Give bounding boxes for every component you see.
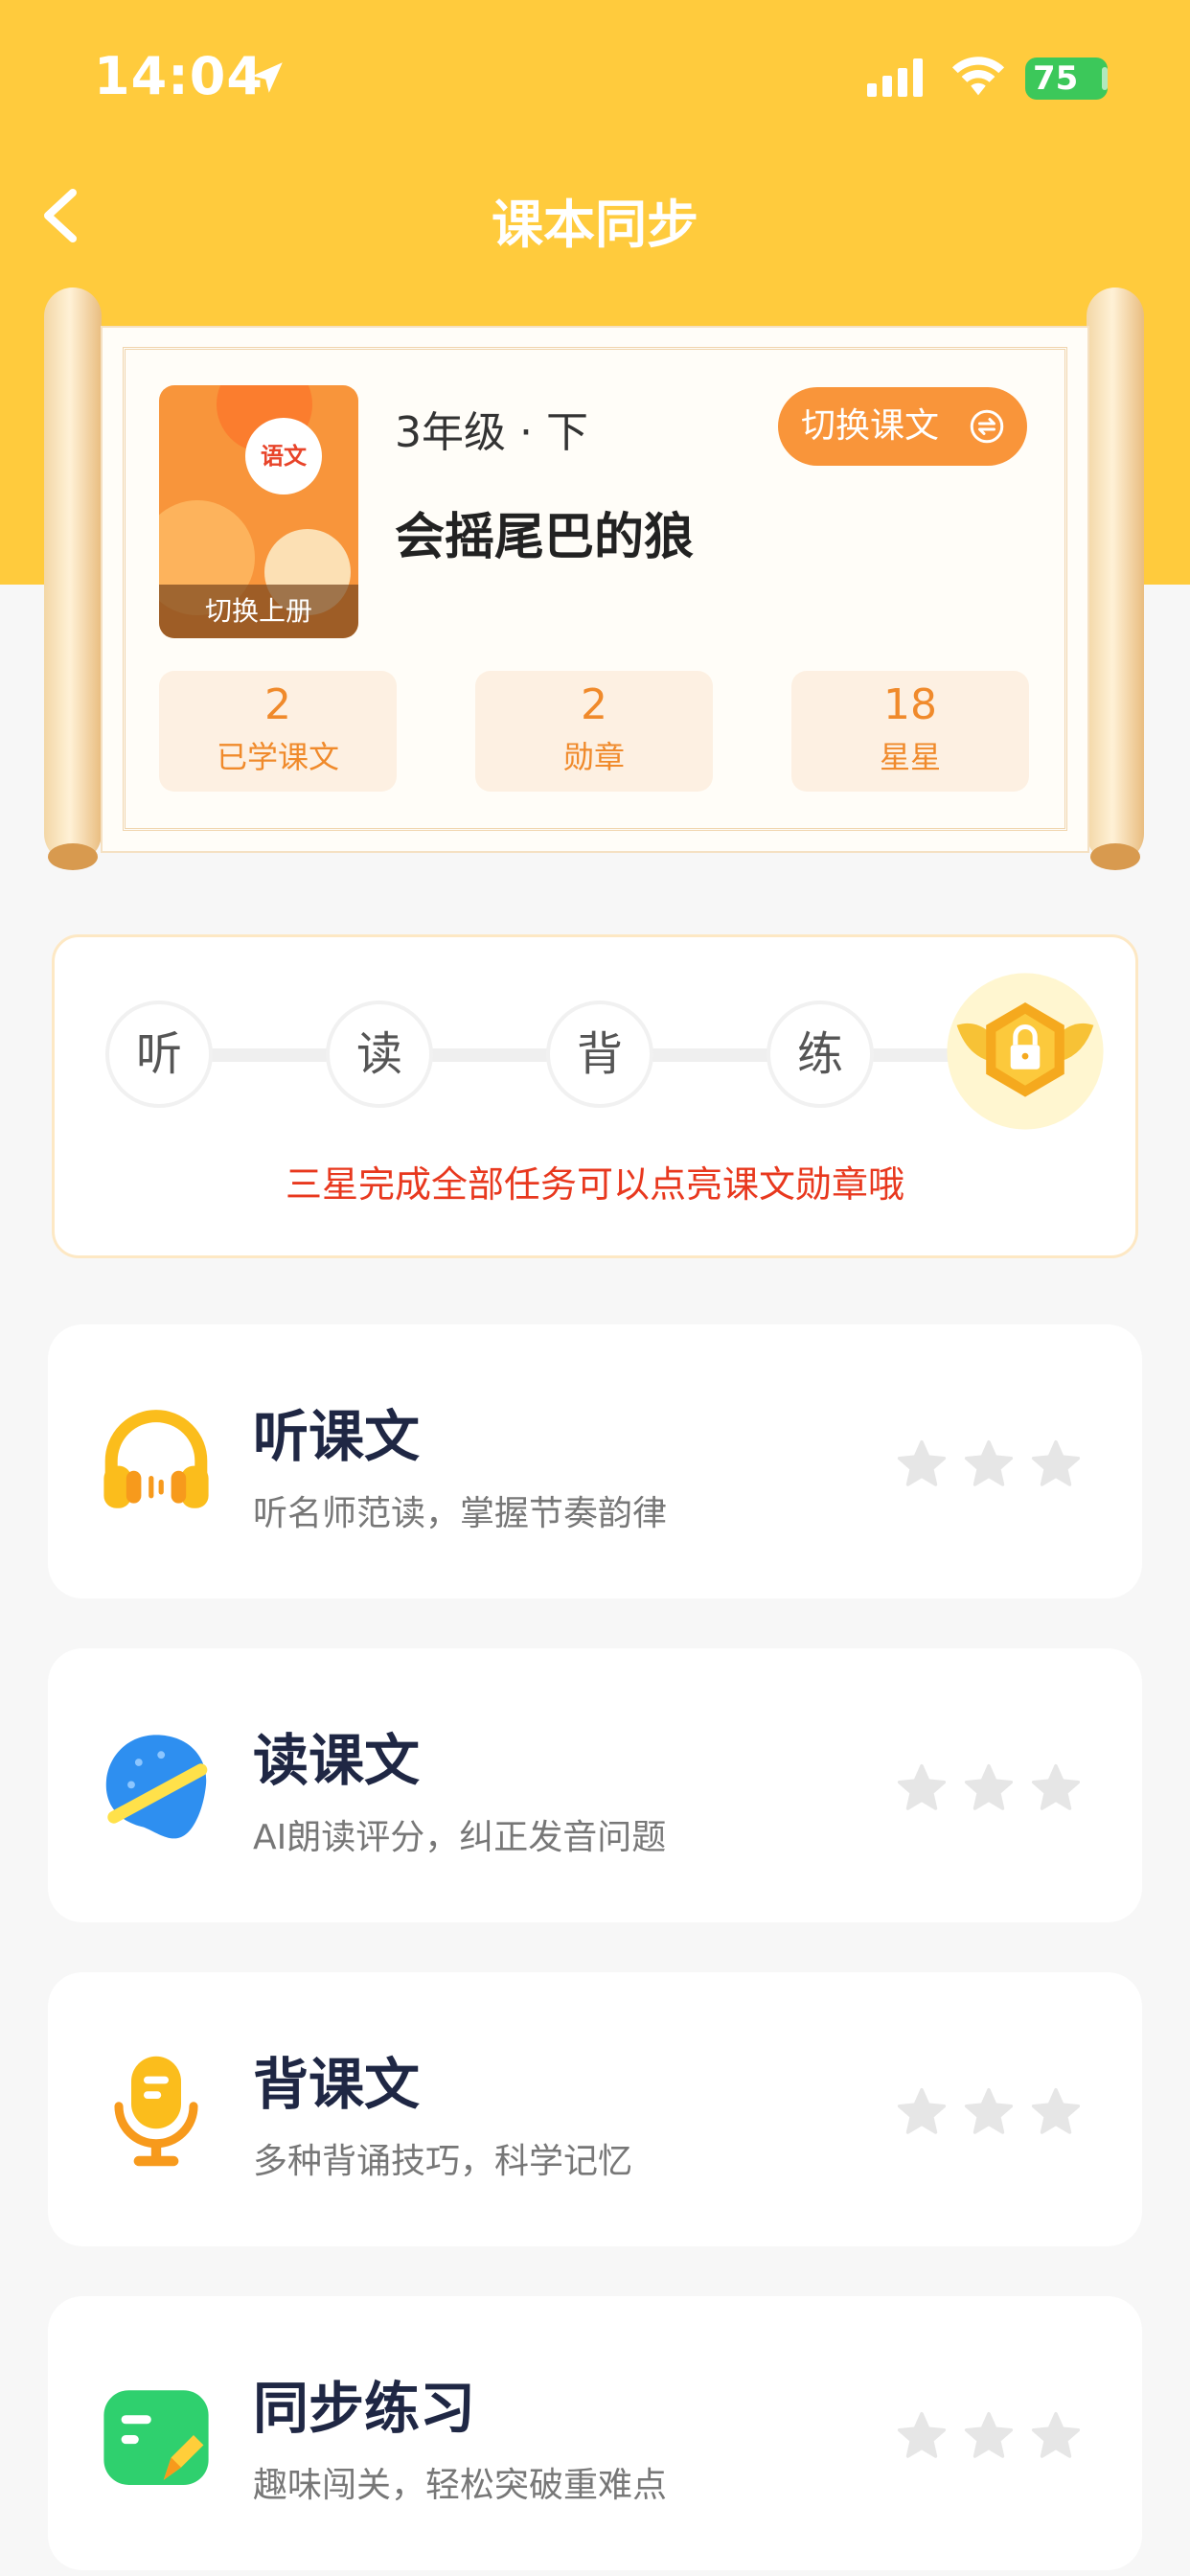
switch-lesson-button[interactable]: 切换课文: [778, 387, 1027, 466]
star-icon: [964, 2087, 1014, 2134]
grade-label: 3年级 · 下: [395, 408, 588, 457]
star-icon: [897, 1763, 947, 1810]
task-card-listen[interactable]: 听课文 听名师范读，掌握节奏韵律: [48, 1324, 1142, 1598]
progress-tip: 三星完成全部任务可以点亮课文勋章哦: [285, 1163, 904, 1206]
stat-lessons-learned: 2 已学课文: [159, 671, 397, 792]
stat-value: 18: [883, 680, 937, 729]
task-title: 同步练习: [253, 2376, 476, 2441]
stat-stars: 18 星星: [791, 671, 1029, 792]
switch-volume-label[interactable]: 切换上册: [159, 585, 358, 638]
task-subtitle: 听名师范读，掌握节奏韵律: [253, 1494, 668, 1533]
star-icon: [897, 1439, 947, 1486]
lesson-title: 会摇尾巴的狼: [395, 509, 695, 566]
task-card-recite[interactable]: 背课文 多种背诵技巧，科学记忆: [48, 1972, 1142, 2246]
stat-label: 勋章: [562, 739, 625, 775]
star-icon: [964, 1439, 1014, 1486]
star-icon: [1031, 2411, 1081, 2458]
task-subtitle: 多种背诵技巧，科学记忆: [253, 2142, 633, 2181]
star-icon: [897, 2087, 947, 2134]
stat-label: 星星: [879, 739, 941, 775]
practice-pencil-icon: [103, 2390, 209, 2485]
step-listen: 听: [105, 1000, 213, 1108]
star-rating: [895, 2409, 1083, 2463]
step-read: 读: [326, 1000, 433, 1108]
star-icon: [964, 1763, 1014, 1810]
task-card-read[interactable]: 读课文 AI朗读评分，纠正发音问题: [48, 1648, 1142, 1922]
book-cover[interactable]: 语文 切换上册: [159, 385, 358, 638]
status-time: 14:04: [94, 46, 263, 106]
headphones-icon: [103, 1410, 209, 1508]
switch-lesson-label: 切换课文: [801, 406, 940, 446]
task-subtitle: AI朗读评分，纠正发音问题: [253, 1818, 667, 1857]
task-title: 读课文: [253, 1728, 421, 1793]
stat-value: 2: [581, 680, 607, 729]
wifi-icon: [951, 57, 1005, 96]
read-bubble-icon: [105, 1735, 208, 1839]
star-icon: [964, 2411, 1014, 2458]
star-icon: [1031, 1763, 1081, 1810]
star-icon: [897, 2411, 947, 2458]
task-title: 听课文: [253, 1404, 421, 1469]
location-arrow-icon: [252, 62, 283, 93]
star-rating: [895, 2085, 1083, 2139]
star-rating: [895, 1761, 1083, 1815]
microphone-icon: [114, 2056, 198, 2167]
task-subtitle: 趣味闯关，轻松突破重难点: [253, 2466, 668, 2505]
swap-icon: [970, 409, 1004, 444]
battery-indicator: 75: [1025, 58, 1108, 100]
battery-cap: [1102, 67, 1108, 90]
page-title: 课本同步: [492, 195, 698, 255]
cover-subject-badge: 语文: [245, 418, 322, 494]
task-card-practice[interactable]: 同步练习 趣味闯关，轻松突破重难点: [48, 2296, 1142, 2570]
star-icon: [1031, 1439, 1081, 1486]
scroll-curl-left: [48, 843, 98, 870]
locked-medal-icon[interactable]: [944, 970, 1107, 1133]
cellular-signal-icon: [867, 58, 923, 97]
step-practice: 练: [767, 1000, 874, 1108]
stat-value: 2: [264, 680, 291, 729]
scroll-roll-left: [44, 288, 102, 862]
step-recite: 背: [546, 1000, 653, 1108]
task-title: 背课文: [253, 2052, 421, 2117]
star-rating: [895, 1438, 1083, 1491]
stat-label: 已学课文: [216, 739, 339, 775]
stat-medals: 2 勋章: [475, 671, 713, 792]
star-icon: [1031, 2087, 1081, 2134]
scroll-curl-right: [1090, 843, 1140, 870]
status-bar: 14:04 75: [0, 0, 1190, 153]
scroll-roll-right: [1087, 288, 1144, 862]
